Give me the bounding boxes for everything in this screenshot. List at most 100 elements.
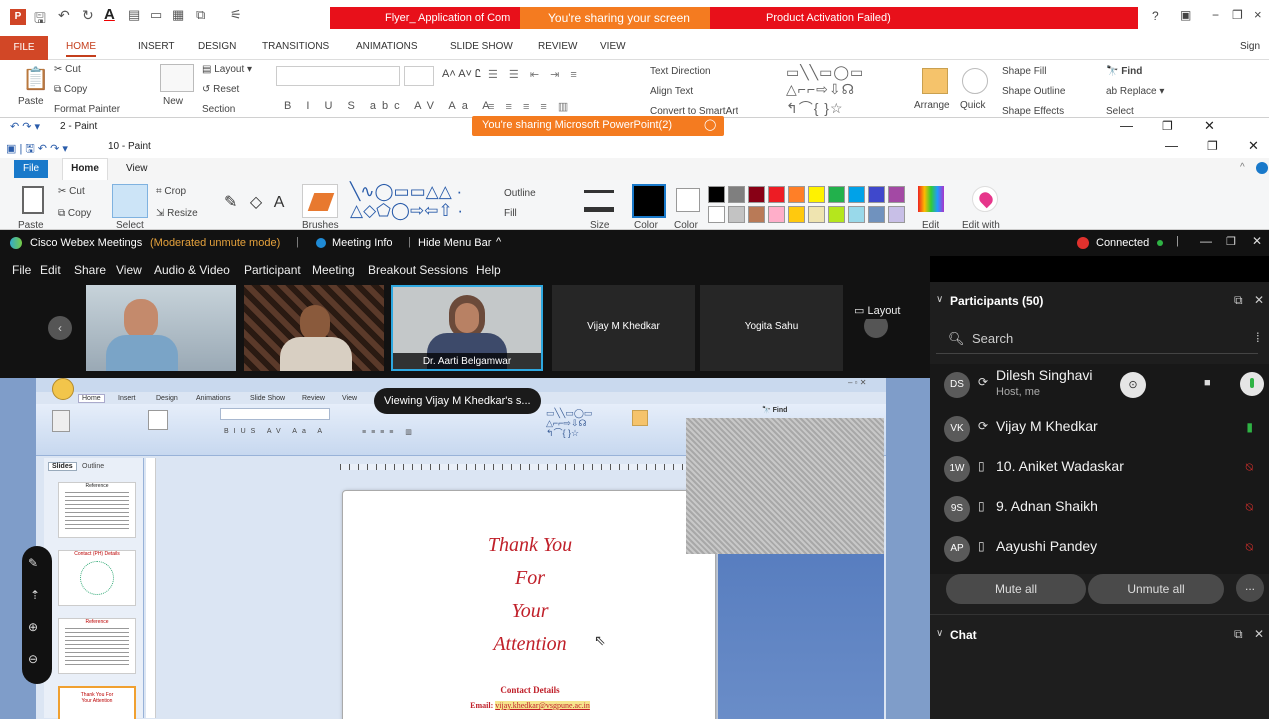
find-button[interactable]: 🔭 Find xyxy=(1106,66,1142,77)
popout-icon[interactable]: ⧉ xyxy=(1234,627,1243,642)
copy-button[interactable]: ⧉ Copy xyxy=(54,84,87,95)
paint-tab-view[interactable]: View xyxy=(126,163,148,174)
font-style-buttons[interactable]: B I U S abc AV Aa A xyxy=(284,100,496,112)
palette-swatch[interactable] xyxy=(888,186,905,203)
palette-swatch[interactable] xyxy=(768,186,785,203)
tab-design[interactable]: DESIGN xyxy=(198,41,236,52)
align-text-label[interactable]: Align Text xyxy=(650,86,693,97)
color2-swatch[interactable] xyxy=(676,188,700,212)
shared-tab-review[interactable]: Review xyxy=(302,395,325,402)
quick-access-icon[interactable]: ▣ | 🖫 ↶ ↷ ▾ xyxy=(6,140,68,159)
format-painter-label[interactable]: Format Painter xyxy=(54,104,120,116)
redo-icon[interactable]: ↻ xyxy=(82,7,94,24)
search-input[interactable]: Search xyxy=(972,331,1013,346)
edit-colors-label[interactable]: Edit xyxy=(922,220,939,230)
email-link[interactable]: vijay.khedkar@vsgpune.ac.in xyxy=(495,701,590,710)
format-painter-icon[interactable]: ▤ xyxy=(128,7,140,23)
palette-swatch[interactable] xyxy=(848,206,865,223)
palette-swatch[interactable] xyxy=(828,186,845,203)
palette-swatch[interactable] xyxy=(868,186,885,203)
shared-tab-animations[interactable]: Animations xyxy=(196,395,231,402)
mic-on-icon[interactable] xyxy=(1240,372,1264,396)
paint-cut-button[interactable]: ✂ Cut xyxy=(58,186,85,197)
minimize-icon[interactable]: — xyxy=(1165,138,1178,153)
mute-all-button[interactable]: Mute all xyxy=(946,574,1086,604)
palette-swatch[interactable] xyxy=(808,206,825,223)
new-slide-icon[interactable] xyxy=(160,64,194,92)
select-tool[interactable] xyxy=(112,184,148,218)
popout-icon[interactable]: ⧉ xyxy=(1234,293,1243,308)
shared-tab-design[interactable]: Design xyxy=(156,395,178,402)
unmute-all-button[interactable]: Unmute all xyxy=(1088,574,1224,604)
paint-tab-file[interactable]: File xyxy=(14,160,48,178)
fill-label[interactable]: Fill xyxy=(504,208,517,219)
collapse-ribbon-icon[interactable]: ^ xyxy=(1240,162,1245,173)
restore-icon[interactable]: ❐ xyxy=(1226,235,1236,248)
outline-label[interactable]: Outline xyxy=(504,188,536,199)
close-icon[interactable]: ✕ xyxy=(1248,138,1259,154)
video-tile[interactable] xyxy=(244,285,384,371)
palette-swatch[interactable] xyxy=(788,206,805,223)
font-name-input[interactable] xyxy=(276,66,400,86)
font-size-grow-icon[interactable]: A˄ A˅ Ꮭ xyxy=(442,68,481,81)
meeting-info-button[interactable]: Meeting Info xyxy=(332,237,393,249)
shape-fill-label[interactable]: Shape Fill xyxy=(1002,66,1046,77)
more-options-button[interactable]: ... xyxy=(1236,574,1264,602)
palette-swatch[interactable] xyxy=(728,186,745,203)
pointer-icon[interactable]: ⇡ xyxy=(30,588,40,602)
slide-canvas[interactable]: Thank You For Your Attention Contact Det… xyxy=(342,490,716,719)
palette-swatch[interactable] xyxy=(748,206,765,223)
close-icon[interactable]: × xyxy=(1254,7,1262,22)
paint-select-label[interactable]: Select xyxy=(116,220,144,230)
chevron-down-icon[interactable]: ∨ xyxy=(936,294,943,305)
edit-with-label[interactable]: Edit with xyxy=(962,220,1000,230)
font-color-icon[interactable]: A xyxy=(104,6,115,23)
alignment-icon[interactable]: ≡ ≡ ≡ ≡ ▥ xyxy=(488,100,572,113)
tab-insert[interactable]: INSERT xyxy=(138,41,175,52)
help-icon[interactable] xyxy=(1256,162,1268,174)
tab-outline[interactable]: Outline xyxy=(82,463,104,470)
paint3d-icon[interactable] xyxy=(972,186,998,212)
camera-icon[interactable]: ■ xyxy=(1204,377,1211,389)
paint-copy-button[interactable]: ⧉ Copy xyxy=(58,208,91,219)
edit-colors-icon[interactable] xyxy=(918,186,944,212)
annotate-icon[interactable]: ✎ xyxy=(28,556,38,570)
palette-swatch[interactable] xyxy=(848,186,865,203)
paint-tab-home[interactable]: Home xyxy=(62,158,108,180)
mic-muted-icon[interactable]: ⍉ xyxy=(1246,500,1253,515)
close-panel-icon[interactable]: ✕ xyxy=(1254,627,1264,641)
chevron-down-icon[interactable]: ∨ xyxy=(936,628,943,639)
ribbon-display-icon[interactable]: ▣ xyxy=(1180,8,1191,22)
minimize-icon[interactable]: — xyxy=(1120,118,1133,133)
tab-slides[interactable]: Slides xyxy=(48,462,77,471)
restore-icon[interactable]: ❐ xyxy=(1232,8,1243,22)
menu-file[interactable]: File xyxy=(12,263,31,277)
paste-label[interactable]: Paste xyxy=(18,96,44,107)
palette-swatch[interactable] xyxy=(888,206,905,223)
menu-edit[interactable]: Edit xyxy=(40,263,61,277)
slides-icon[interactable]: ⧉ xyxy=(196,7,205,23)
mic-muted-icon[interactable]: ⍉ xyxy=(1246,460,1253,475)
menu-audio-video[interactable]: Audio & Video xyxy=(154,263,230,277)
tab-animations[interactable]: ANIMATIONS xyxy=(356,41,417,52)
shared-tab-home[interactable]: Home xyxy=(78,394,105,403)
help-icon[interactable]: ? xyxy=(1152,9,1159,23)
reset-button[interactable]: ↺ Reset xyxy=(202,84,239,95)
sign-in-link[interactable]: Sign xyxy=(1240,41,1260,52)
size-icon[interactable] xyxy=(584,190,614,212)
size-label[interactable]: Size xyxy=(590,220,609,230)
tab-slide-show[interactable]: SLIDE SHOW xyxy=(450,41,513,52)
tab-view[interactable]: VIEW xyxy=(600,41,626,52)
menu-view[interactable]: View xyxy=(116,263,142,277)
hide-menu-bar-button[interactable]: Hide Menu Bar xyxy=(418,237,491,249)
participant-row[interactable]: 9S ▯ 9. Adnan Shaikh ⍉ xyxy=(930,488,1269,528)
palette-swatch[interactable] xyxy=(788,186,805,203)
video-tile[interactable] xyxy=(86,285,236,371)
palette-swatch[interactable] xyxy=(808,186,825,203)
resize-button[interactable]: ⇲ Resize xyxy=(156,208,198,219)
shape-effects-label[interactable]: Shape Effects xyxy=(1002,106,1064,118)
slide-thumbnail[interactable]: Contact (PH) Details xyxy=(58,550,136,606)
participant-row[interactable]: DS ⟳ Dilesh Singhavi Host, me ⊙ ■ xyxy=(930,364,1269,408)
participant-row[interactable]: AP ▯ Aayushi Pandey ⍉ xyxy=(930,528,1269,568)
video-tile-active[interactable]: Dr. Aarti Belgamwar xyxy=(391,285,543,371)
